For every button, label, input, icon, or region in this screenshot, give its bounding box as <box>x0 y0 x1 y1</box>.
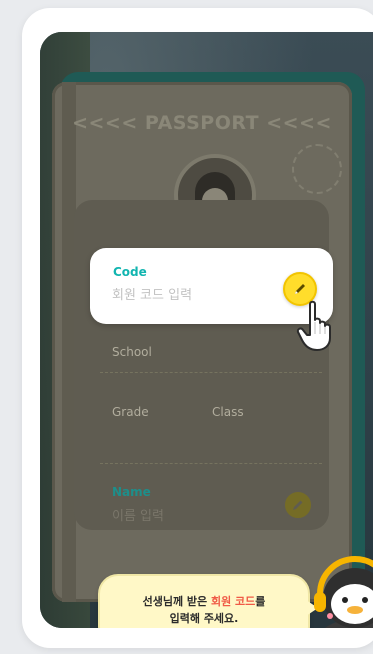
code-label: Code <box>113 265 147 279</box>
grade-label: Grade <box>112 405 149 419</box>
tooltip-bubble: 선생님께 받은 회원 코드를 입력해 주세요. <box>98 574 318 628</box>
stamp-icon <box>292 144 342 194</box>
code-input[interactable] <box>112 285 272 305</box>
passport-title: <<<< PASSPORT <<<< <box>72 112 332 134</box>
name-input[interactable]: 이름 입력 <box>112 505 164 524</box>
tooltip-text: 를 <box>255 595 266 608</box>
penguin-mascot-icon <box>314 556 373 628</box>
pencil-icon <box>295 284 305 294</box>
tooltip-highlight: 회원 코드 <box>210 595 256 608</box>
divider <box>100 372 322 373</box>
divider <box>100 463 322 464</box>
name-edit-button[interactable] <box>283 490 313 520</box>
name-label: Name <box>112 485 151 499</box>
hand-pointer-icon <box>296 300 331 351</box>
tooltip-text: 입력해 주세요. <box>169 612 239 625</box>
school-label: School <box>112 345 152 359</box>
class-label: Class <box>212 405 244 419</box>
tooltip-text: 선생님께 받은 <box>142 595 211 608</box>
pencil-icon <box>293 500 303 510</box>
